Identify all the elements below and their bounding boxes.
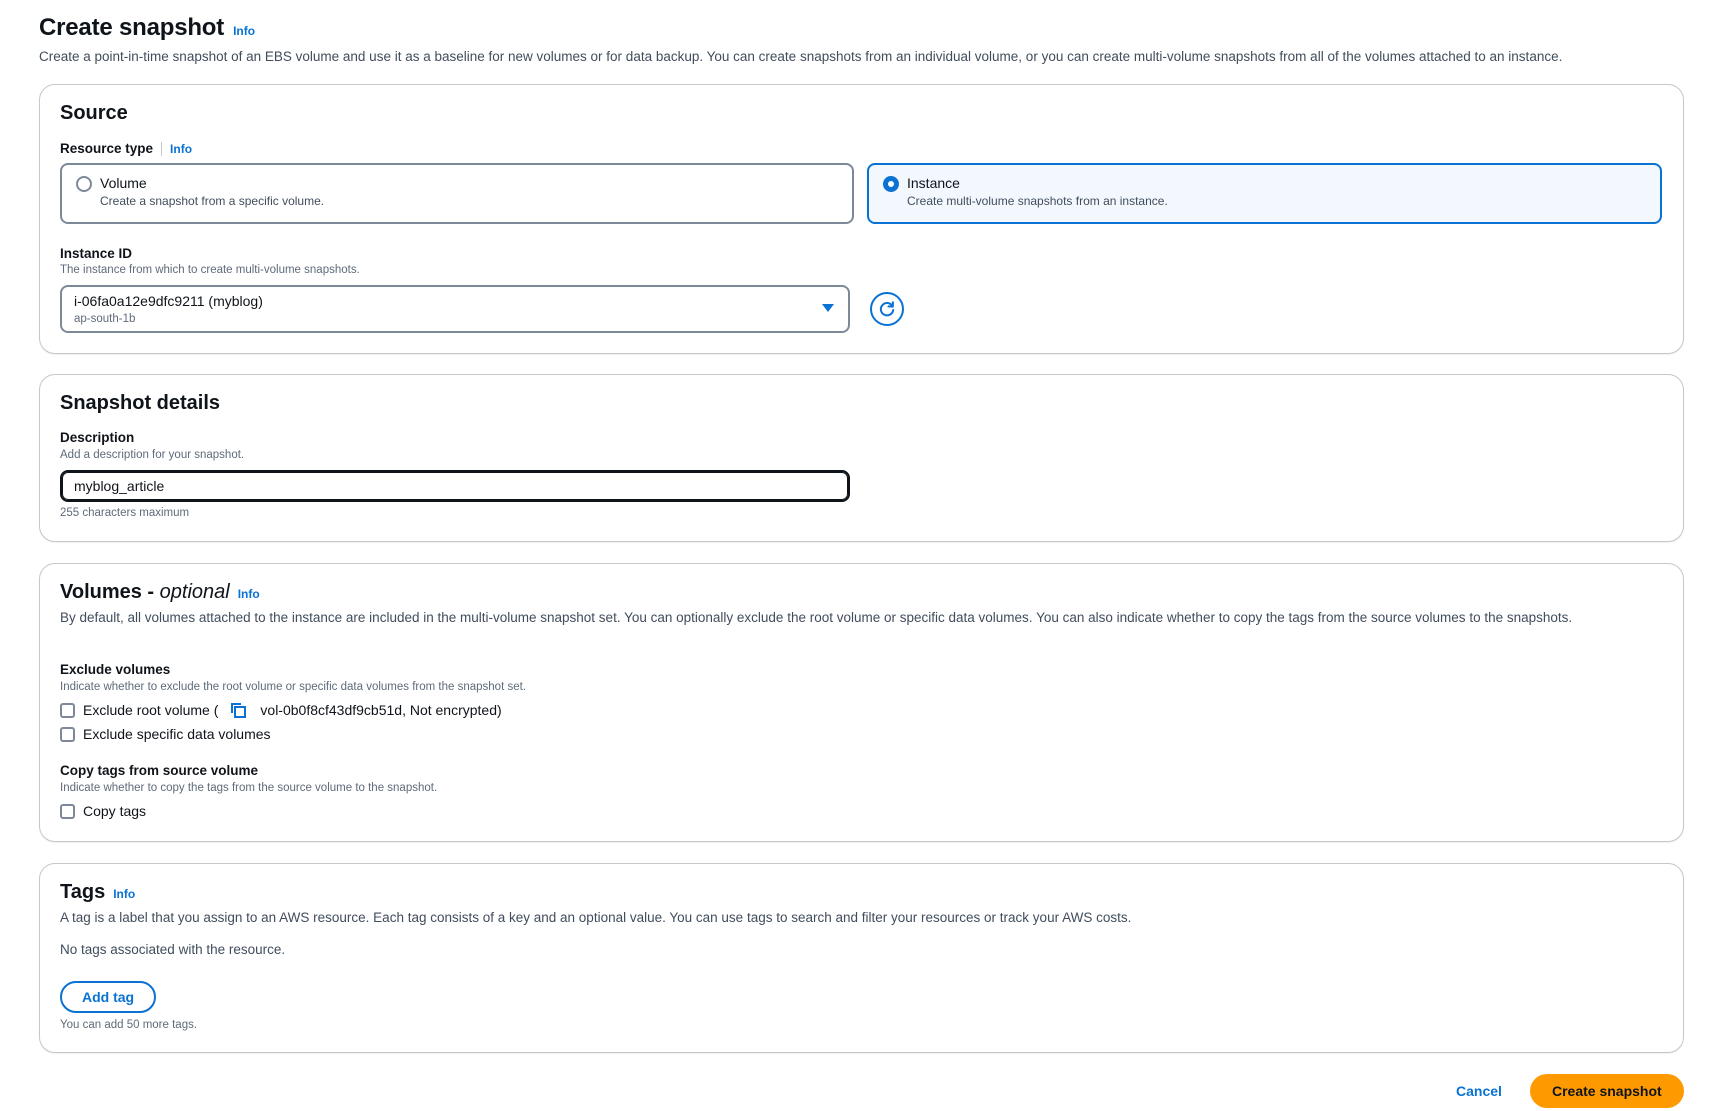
snapshot-details-card: Snapshot details Description Add a descr… [39,374,1684,542]
volumes-description: By default, all volumes attached to the … [60,610,1573,625]
description-help: Add a description for your snapshot. [60,449,245,461]
copy-tags-label: Copy tags from source volume [60,763,259,778]
copy-tags-checkbox[interactable] [60,803,75,819]
source-card: Source Resource type Info Volume Create … [39,84,1684,354]
volumes-card: Volumes - optional Info By default, all … [39,563,1684,842]
resource-type-label: Resource type [60,141,154,156]
exclude-volumes-label: Exclude volumes [60,662,171,677]
exclude-specific-row: Exclude specific data volumes [60,726,271,742]
page-info-link[interactable]: Info [233,24,255,38]
resource-type-label-row: Resource type Info [60,141,192,156]
tags-title-row: Tags Info [60,881,135,904]
instance-radio[interactable] [883,176,899,192]
exclude-volumes-description: Indicate whether to exclude the root vol… [60,681,526,693]
instance-zone: ap-south-1b [74,313,136,325]
tags-title: Tags [60,881,106,903]
volumes-title: Volumes - optional [60,581,230,604]
exclude-root-volume-label: Exclude root volume ( [83,702,219,718]
snapshot-details-title: Snapshot details [60,392,221,414]
root-volume-id: vol-0b0f8cf43df9cb51d, Not encrypted) [260,702,502,718]
resource-type-info-link[interactable]: Info [170,142,192,156]
instance-tile-label: Instance [907,175,960,191]
tags-empty-state: No tags associated with the resource. [60,942,286,957]
exclude-root-volume-row: Exclude root volume ( vol-0b0f8cf43df9cb… [60,702,502,718]
volumes-title-row: Volumes - optional Info [60,581,260,604]
source-title: Source [60,102,128,124]
volume-tile-label: Volume [100,175,147,191]
description-label: Description [60,430,135,445]
volume-radio[interactable] [76,176,92,192]
copy-tags-description: Indicate whether to copy the tags from t… [60,782,438,794]
tags-description: A tag is a label that you assign to an A… [60,910,1132,925]
copy-tags-text: Copy tags [83,803,147,819]
instance-id-description: The instance from which to create multi-… [60,264,360,276]
volumes-info-link[interactable]: Info [238,587,260,601]
description-char-limit: 255 characters maximum [60,507,190,519]
page-description: Create a point-in-time snapshot of an EB… [39,49,1563,64]
instance-id-value: i-06fa0a12e9dfc9211 (myblog) [74,293,263,309]
refresh-icon [879,301,895,317]
exclude-specific-checkbox[interactable] [60,726,75,742]
description-input[interactable] [60,470,850,502]
volumes-title-text: Volumes - [60,581,160,603]
volumes-title-optional: optional [159,581,230,603]
create-snapshot-button[interactable]: Create snapshot [1530,1074,1684,1108]
instance-id-label: Instance ID [60,246,133,261]
tags-limit-hint: You can add 50 more tags. [60,1019,198,1031]
tags-info-link[interactable]: Info [113,887,135,901]
page-title: Create snapshot [39,14,225,41]
exclude-specific-label: Exclude specific data volumes [83,726,271,742]
instance-id-select[interactable]: i-06fa0a12e9dfc9211 (myblog) ap-south-1b [60,285,850,333]
resource-type-volume-tile[interactable]: Volume Create a snapshot from a specific… [60,163,854,224]
copy-tags-row: Copy tags [60,803,146,819]
label-divider [161,141,163,156]
caret-down-icon [822,304,834,312]
tags-card: Tags Info A tag is a label that you assi… [39,863,1684,1053]
refresh-button[interactable] [870,292,904,326]
page-header: Create snapshot Info Create a point-in-t… [39,14,1689,64]
instance-tile-description: Create multi-volume snapshots from an in… [907,194,1168,208]
cancel-button[interactable]: Cancel [1456,1083,1502,1099]
copy-icon[interactable] [230,702,247,718]
volume-tile-description: Create a snapshot from a specific volume… [100,194,325,208]
exclude-root-volume-checkbox[interactable] [60,702,75,718]
resource-type-instance-tile[interactable]: Instance Create multi-volume snapshots f… [867,163,1662,224]
add-tag-button[interactable]: Add tag [60,981,157,1013]
